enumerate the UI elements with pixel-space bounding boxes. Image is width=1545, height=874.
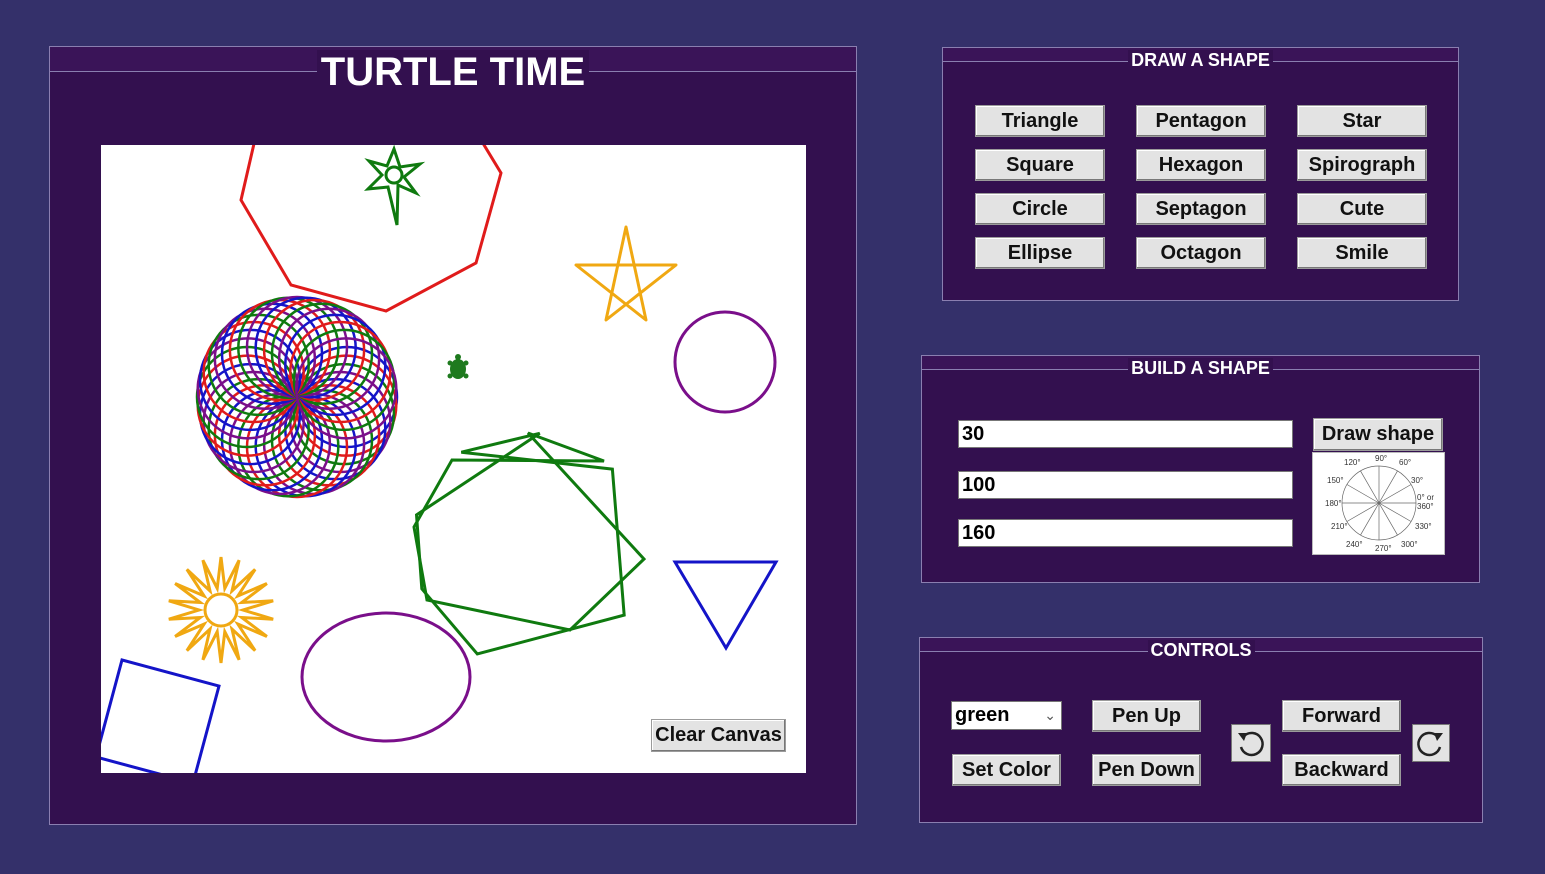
wheel-spoke [1378,484,1412,504]
controls-title: CONTROLS [920,640,1482,661]
shape-button-square[interactable]: Square [975,149,1105,181]
build-shape-title-text: BUILD A SHAPE [1128,358,1273,378]
purple-ellipse [300,611,472,743]
rotate-left-button[interactable] [1231,724,1271,762]
draw-shape-title: DRAW A SHAPE [943,50,1458,71]
angle-label: 300° [1401,540,1418,549]
pen-down-button[interactable]: Pen Down [1092,754,1201,786]
angle-label: 240° [1346,540,1363,549]
shape-button-pentagon[interactable]: Pentagon [1136,105,1266,137]
backward-button[interactable]: Backward [1282,754,1401,786]
shape-button-spirograph[interactable]: Spirograph [1297,149,1427,181]
shape-button-circle[interactable]: Circle [975,193,1105,225]
angle-label: 360° [1417,502,1434,511]
pen-up-button[interactable]: Pen Up [1092,700,1201,732]
build-shape-panel: BUILD A SHAPE Draw shape 90°60°30°0° or3… [921,355,1480,583]
length-input[interactable] [958,471,1293,499]
angle-label: 330° [1415,522,1432,531]
app-title: TURTLE TIME [50,50,856,95]
wheel-spoke [1378,502,1398,536]
chevron-down-icon: ⌄ [1044,707,1056,723]
wheel-spoke [1360,470,1380,504]
wheel-spoke [1346,484,1380,504]
canvas-drawing [101,145,779,773]
blue-square [101,658,221,773]
draw-shape-button[interactable]: Draw shape [1313,418,1443,451]
sun-rays [168,556,274,664]
controls-title-text: CONTROLS [1147,640,1255,660]
clear-canvas-button[interactable]: Clear Canvas [651,719,786,752]
controls-panel: CONTROLS green ⌄ Set Color Pen Up Pen Do… [919,637,1483,823]
turtle-time-panel: TURTLE TIME Clear Canvas [49,46,857,825]
angle-label: 90° [1375,454,1387,463]
sides-input[interactable] [958,420,1293,448]
color-select-value: green [955,704,1010,726]
angle-label: 120° [1344,458,1361,467]
green-heptagon-1 [412,431,647,632]
green-heptagon-2 [414,431,626,656]
shape-button-ellipse[interactable]: Ellipse [975,237,1105,269]
wheel-spoke [1378,470,1398,504]
angle-reference-diagram: 90° 60° 30° 0° or 360° 330° 300° 270° 240° 210° 18… [1312,452,1445,555]
purple-circle [673,310,777,414]
turtle-icon [447,354,469,379]
shape-button-cute[interactable]: Cute [1297,193,1427,225]
angle-label: 270° [1375,544,1392,553]
draw-shape-panel: DRAW A SHAPE Triangle Pentagon Star Square H… [942,47,1459,301]
wheel-spoke [1346,502,1380,522]
shape-button-star[interactable]: Star [1297,105,1427,137]
shape-button-septagon[interactable]: Septagon [1136,193,1266,225]
angle-label: 150° [1327,476,1344,485]
forward-button[interactable]: Forward [1282,700,1401,732]
red-octagon [239,145,503,313]
angle-input[interactable] [958,519,1293,547]
angle-label: 30° [1411,476,1423,485]
build-shape-title: BUILD A SHAPE [922,358,1479,379]
wheel-spoke [1360,502,1380,536]
shape-button-smile[interactable]: Smile [1297,237,1427,269]
rotate-right-button[interactable] [1412,724,1450,762]
green-star-top [363,145,426,226]
angle-label: 210° [1331,522,1348,531]
rotate-right-icon [1417,731,1443,757]
shape-button-triangle[interactable]: Triangle [975,105,1105,137]
blue-triangle [672,560,779,651]
orange-sun [168,556,274,664]
draw-shape-title-text: DRAW A SHAPE [1128,50,1273,70]
orange-star [574,225,678,322]
drawing-canvas[interactable]: Clear Canvas [101,145,806,773]
color-select[interactable]: green ⌄ [951,701,1062,730]
set-color-button[interactable]: Set Color [952,754,1061,786]
shape-button-octagon[interactable]: Octagon [1136,237,1266,269]
angle-label: 0° or [1417,493,1434,502]
angle-label: 180° [1325,499,1342,508]
angle-wheel: 90° 60°30° 0° or360° 330° 300° 270° 240° 210° 18… [1325,454,1434,553]
app-title-text: TURTLE TIME [316,50,590,94]
shape-button-hexagon[interactable]: Hexagon [1136,149,1266,181]
wheel-spoke [1378,502,1412,522]
angle-label: 60° [1399,458,1411,467]
spirograph [195,295,399,499]
sun-center [203,592,239,628]
rotate-left-icon [1238,731,1264,757]
